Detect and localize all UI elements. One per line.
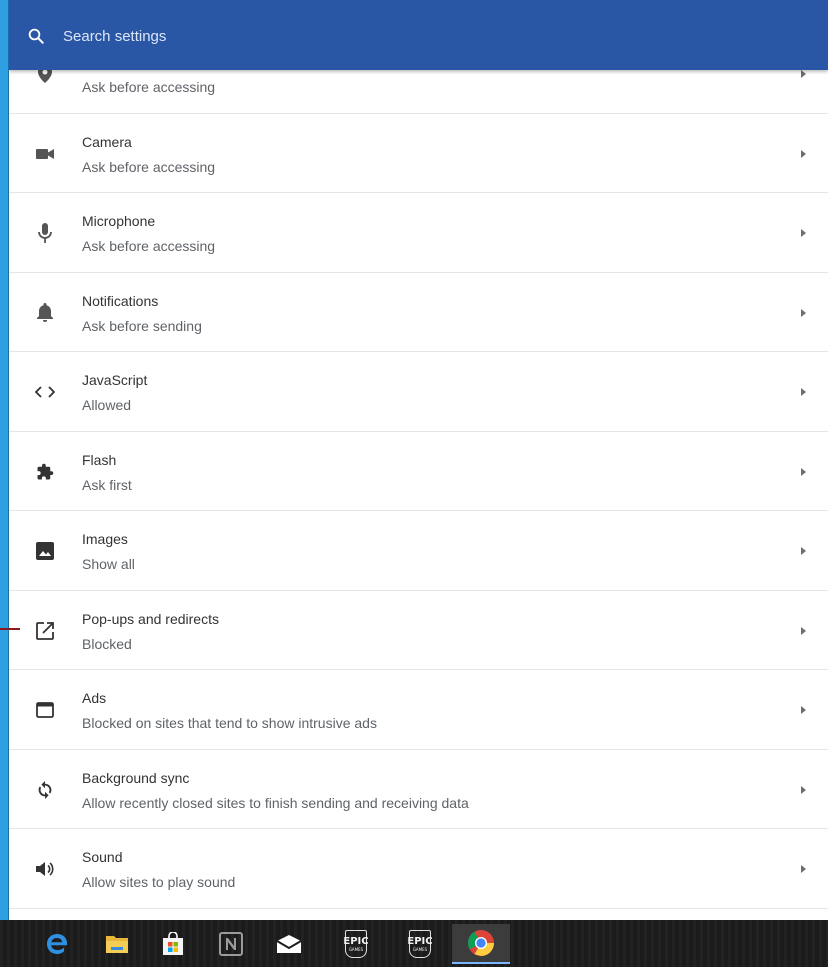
annotation-pointer-line	[0, 628, 20, 630]
setting-subtitle: Blocked on sites that tend to show intru…	[82, 715, 377, 731]
setting-subtitle: Allow recently closed sites to finish se…	[82, 794, 469, 811]
open-in-new-icon	[35, 621, 55, 641]
setting-row-camera[interactable]: Camera Ask before accessing	[9, 114, 828, 193]
epic-games-sublabel: GAMES	[348, 946, 364, 952]
store-icon[interactable]	[150, 924, 196, 964]
epic-games-label: EPIC	[343, 935, 369, 947]
setting-row-background-sync[interactable]: Background sync Allow recently closed si…	[9, 750, 828, 829]
site-settings-list: Ask before accessing Camera Ask before a…	[9, 34, 828, 909]
setting-row-images[interactable]: Images Show all	[9, 511, 828, 591]
search-input[interactable]	[63, 22, 763, 50]
setting-subtitle: Blocked	[82, 635, 132, 652]
setting-row-ads[interactable]: Ads Blocked on sites that tend to show i…	[9, 670, 828, 750]
puzzle-icon	[35, 462, 55, 482]
chevron-right-icon	[801, 865, 806, 873]
setting-title: Sound	[82, 849, 123, 865]
window-icon	[35, 700, 55, 720]
sync-icon	[35, 780, 55, 800]
image-icon	[35, 541, 55, 561]
settings-window: Ask before accessing Camera Ask before a…	[9, 0, 828, 920]
setting-title: Notifications	[82, 292, 159, 309]
setting-subtitle: Allowed	[82, 397, 132, 413]
setting-subtitle: Ask before accessing	[82, 238, 216, 254]
search-bar	[9, 0, 828, 70]
chevron-right-icon	[801, 229, 806, 237]
setting-subtitle: Show all	[82, 556, 135, 572]
setting-subtitle: Ask first	[82, 476, 132, 493]
setting-title: Camera	[82, 133, 132, 150]
edge-icon[interactable]	[34, 924, 80, 964]
chrome-icon[interactable]	[452, 924, 510, 964]
epic-games-icon[interactable]: EPIC GAMES	[333, 924, 379, 964]
setting-title: Pop-ups and redirects	[82, 610, 219, 627]
speaker-icon	[35, 859, 55, 879]
setting-row-popups[interactable]: Pop-ups and redirects Blocked	[9, 591, 828, 670]
chevron-right-icon	[801, 626, 806, 635]
window-frame-left	[0, 0, 9, 920]
setting-row-notifications[interactable]: Notifications Ask before sending	[9, 273, 828, 352]
windows-taskbar: EPIC GAMES EPIC GAMES	[0, 920, 828, 967]
microphone-icon	[35, 223, 55, 243]
chevron-right-icon	[801, 785, 806, 794]
epic-games-icon[interactable]: EPIC GAMES	[397, 924, 443, 964]
chevron-right-icon	[801, 149, 806, 158]
setting-title: Background sync	[82, 769, 190, 786]
file-explorer-icon[interactable]	[94, 924, 140, 964]
chevron-right-icon	[801, 467, 806, 476]
epic-games-sublabel: GAMES	[412, 946, 428, 952]
setting-row-javascript[interactable]: JavaScript Allowed	[9, 352, 828, 432]
chevron-right-icon	[801, 388, 806, 396]
setting-title: JavaScript	[82, 372, 148, 388]
search-icon[interactable]	[27, 27, 45, 45]
setting-title: Microphone	[82, 213, 156, 229]
mail-icon[interactable]	[266, 924, 312, 964]
chevron-right-icon	[801, 706, 806, 714]
camera-icon	[35, 144, 55, 164]
setting-row-microphone[interactable]: Microphone Ask before accessing	[9, 193, 828, 273]
setting-subtitle: Ask before accessing	[82, 79, 216, 95]
chevron-right-icon	[801, 308, 806, 317]
bell-icon	[35, 303, 55, 323]
setting-row-flash[interactable]: Flash Ask first	[9, 432, 828, 511]
code-icon	[35, 382, 55, 402]
setting-subtitle: Ask before sending	[82, 317, 202, 334]
setting-title: Ads	[82, 690, 107, 706]
setting-title: Images	[82, 531, 128, 547]
onenote-icon[interactable]	[208, 924, 254, 964]
chevron-right-icon	[801, 70, 806, 78]
setting-row-sound[interactable]: Sound Allow sites to play sound	[9, 829, 828, 909]
epic-games-label: EPIC	[407, 935, 433, 947]
setting-subtitle: Allow sites to play sound	[82, 874, 236, 890]
chevron-right-icon	[801, 547, 806, 555]
setting-subtitle: Ask before accessing	[82, 158, 216, 175]
setting-title: Flash	[82, 451, 117, 468]
